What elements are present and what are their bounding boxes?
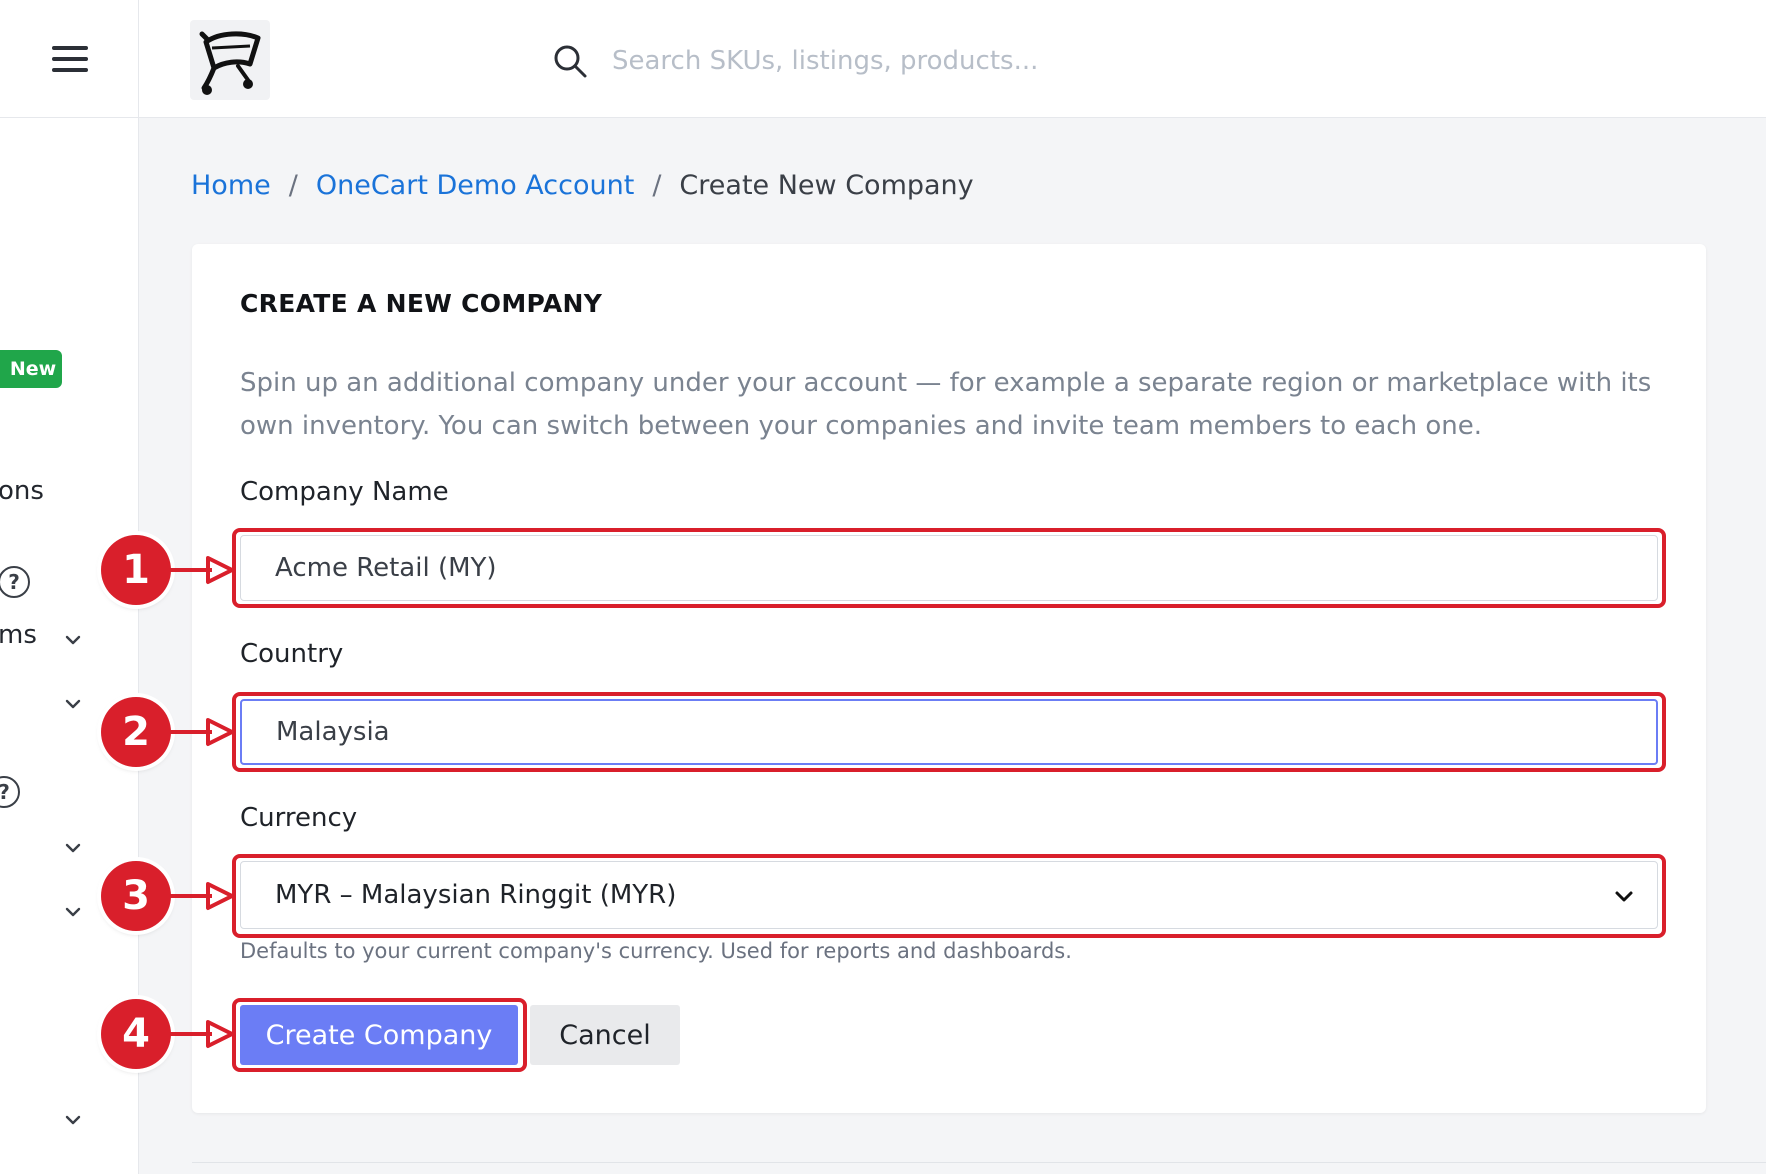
company-name-label: Company Name — [240, 477, 449, 507]
cart-logo-icon[interactable] — [190, 20, 270, 100]
app-frame: New ons ? ms ? Home / OneCart Demo Account… — [0, 0, 1766, 1174]
step-2-arrow-icon — [168, 718, 232, 746]
sidebar-item-label[interactable]: ms — [0, 620, 37, 650]
breadcrumb-separator: / — [288, 170, 298, 201]
step-4-highlight — [232, 998, 527, 1072]
form-description: Spin up an additional company under your… — [240, 368, 1652, 441]
sidebar-divider — [0, 117, 138, 118]
breadcrumb: Home / OneCart Demo Account / Create New Com… — [191, 170, 974, 201]
chevron-down-icon[interactable] — [64, 903, 82, 921]
breadcrumb-home-link[interactable]: Home — [191, 170, 271, 201]
help-icon[interactable]: ? — [0, 566, 30, 598]
footer-divider — [192, 1162, 1766, 1163]
breadcrumb-separator: / — [652, 170, 662, 201]
sidebar-item-label[interactable]: ons — [0, 476, 44, 506]
step-3-marker: 3 — [101, 861, 171, 931]
breadcrumb-current: Create New Company — [679, 170, 974, 201]
chevron-down-icon[interactable] — [64, 695, 82, 713]
breadcrumb-account-link[interactable]: OneCart Demo Account — [316, 170, 634, 201]
currency-label: Currency — [240, 803, 358, 833]
chevron-down-icon[interactable] — [64, 1111, 82, 1129]
hamburger-menu-icon[interactable] — [52, 44, 88, 74]
step-2-highlight — [232, 692, 1666, 772]
step-1-arrow-icon — [168, 556, 232, 584]
step-4-marker: 4 — [101, 999, 171, 1069]
cancel-button[interactable]: Cancel — [530, 1005, 680, 1065]
help-icon[interactable]: ? — [0, 776, 20, 808]
currency-hint: Defaults to your current company's curre… — [240, 939, 1072, 963]
step-2-marker: 2 — [101, 697, 171, 767]
chevron-down-icon[interactable] — [64, 839, 82, 857]
form-title: CREATE A NEW COMPANY — [240, 289, 603, 318]
step-3-arrow-icon — [168, 882, 232, 910]
new-badge: New — [0, 350, 62, 388]
step-3-highlight — [232, 854, 1666, 938]
search-input[interactable] — [610, 34, 1414, 88]
country-label: Country — [240, 639, 344, 669]
search-icon[interactable] — [552, 43, 588, 79]
step-1-marker: 1 — [101, 535, 171, 605]
step-4-arrow-icon — [168, 1020, 232, 1048]
step-1-highlight — [232, 528, 1666, 608]
chevron-down-icon[interactable] — [64, 631, 82, 649]
